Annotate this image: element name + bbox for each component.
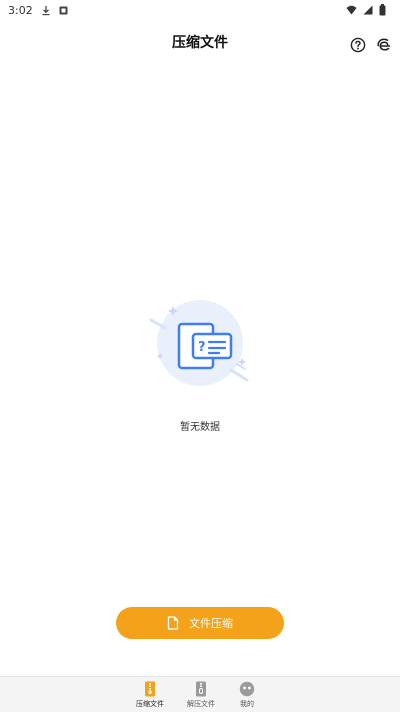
empty-message: 暂无数据 <box>180 422 220 433</box>
signal-icon <box>363 5 373 15</box>
nav-item-mine[interactable]: 我的 <box>227 681 267 709</box>
nav-label-mine: 我的 <box>240 700 254 708</box>
edge-browser-icon <box>377 38 391 51</box>
empty-data-illustration-icon: ? <box>149 300 249 386</box>
help-icon <box>350 37 366 53</box>
nav-item-extract[interactable]: 解压文件 <box>181 681 221 709</box>
status-left: 3:02 <box>8 4 68 17</box>
zip-file-icon <box>145 681 155 697</box>
file-icon <box>167 616 179 630</box>
browser-button[interactable] <box>375 36 393 54</box>
battery-icon <box>379 4 386 16</box>
notification-square-icon <box>59 6 68 15</box>
compress-button-label: 文件压缩 <box>189 617 233 630</box>
compress-file-button[interactable]: 文件压缩 <box>116 607 284 639</box>
bottom-nav: 压缩文件 解压文件 我的 <box>0 676 400 712</box>
help-button[interactable] <box>349 36 367 54</box>
profile-face-icon <box>239 681 255 697</box>
download-icon <box>41 5 51 16</box>
svg-text:?: ? <box>198 340 206 355</box>
nav-label-compress: 压缩文件 <box>136 700 164 708</box>
nav-label-extract: 解压文件 <box>187 700 215 708</box>
status-right <box>346 4 386 16</box>
screen: 3:02 压缩文件 ? 暂无数据 文件压缩 压缩文件 解压文件 我的 <box>0 0 400 712</box>
status-time: 3:02 <box>8 3 33 17</box>
wifi-icon <box>346 5 357 15</box>
status-bar: 3:02 <box>0 0 400 20</box>
unzip-file-icon <box>196 681 206 697</box>
nav-item-compress[interactable]: 压缩文件 <box>130 681 170 709</box>
page-title: 压缩文件 <box>172 35 228 51</box>
app-header: 压缩文件 <box>0 24 400 64</box>
